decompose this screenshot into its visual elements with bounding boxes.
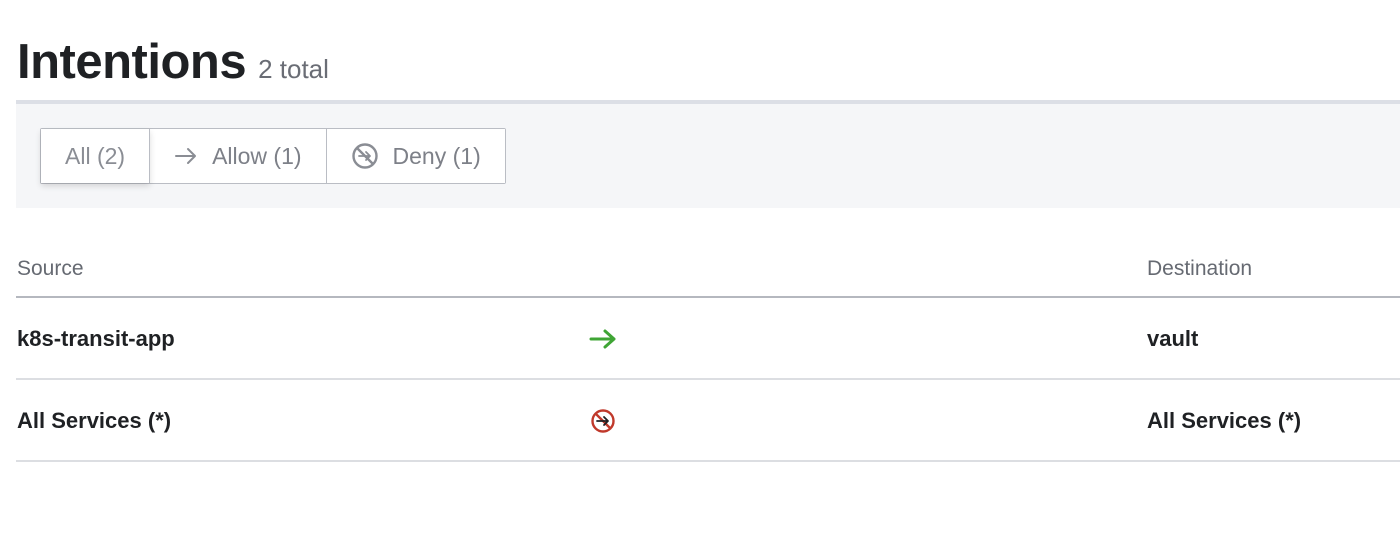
filter-all-button[interactable]: All (2) xyxy=(41,129,151,183)
page-title: Intentions xyxy=(17,35,247,89)
filter-all-label: All (2) xyxy=(65,142,126,169)
table-row[interactable]: All Services (*) All Services (*) xyxy=(16,380,1400,462)
filter-deny-button[interactable]: Deny (1) xyxy=(326,129,505,183)
table-row[interactable]: k8s-transit-app vault xyxy=(16,298,1400,380)
deny-icon xyxy=(351,142,379,170)
filter-bar: All (2) Allow (1) Deny (1) xyxy=(16,104,1400,208)
row-source: All Services (*) xyxy=(17,408,172,433)
page-header: Intentions 2 total xyxy=(17,38,329,87)
filter-allow-button[interactable]: Allow (1) xyxy=(150,129,327,183)
filter-deny-label: Deny (1) xyxy=(392,142,481,169)
allow-arrow-icon xyxy=(588,326,618,352)
row-destination: vault xyxy=(1147,326,1199,351)
intentions-page: Intentions 2 total All (2) Allow (1) Den… xyxy=(0,0,1400,539)
filter-allow-label: Allow (1) xyxy=(212,142,302,169)
deny-icon xyxy=(588,408,618,434)
row-source: k8s-transit-app xyxy=(17,326,175,351)
column-header-destination[interactable]: Destination xyxy=(1147,257,1252,281)
total-count: 2 total xyxy=(258,54,329,84)
row-destination: All Services (*) xyxy=(1147,408,1302,433)
filter-button-group: All (2) Allow (1) Deny (1) xyxy=(40,128,506,184)
column-header-source[interactable]: Source xyxy=(17,257,84,281)
arrow-right-icon xyxy=(174,147,198,165)
